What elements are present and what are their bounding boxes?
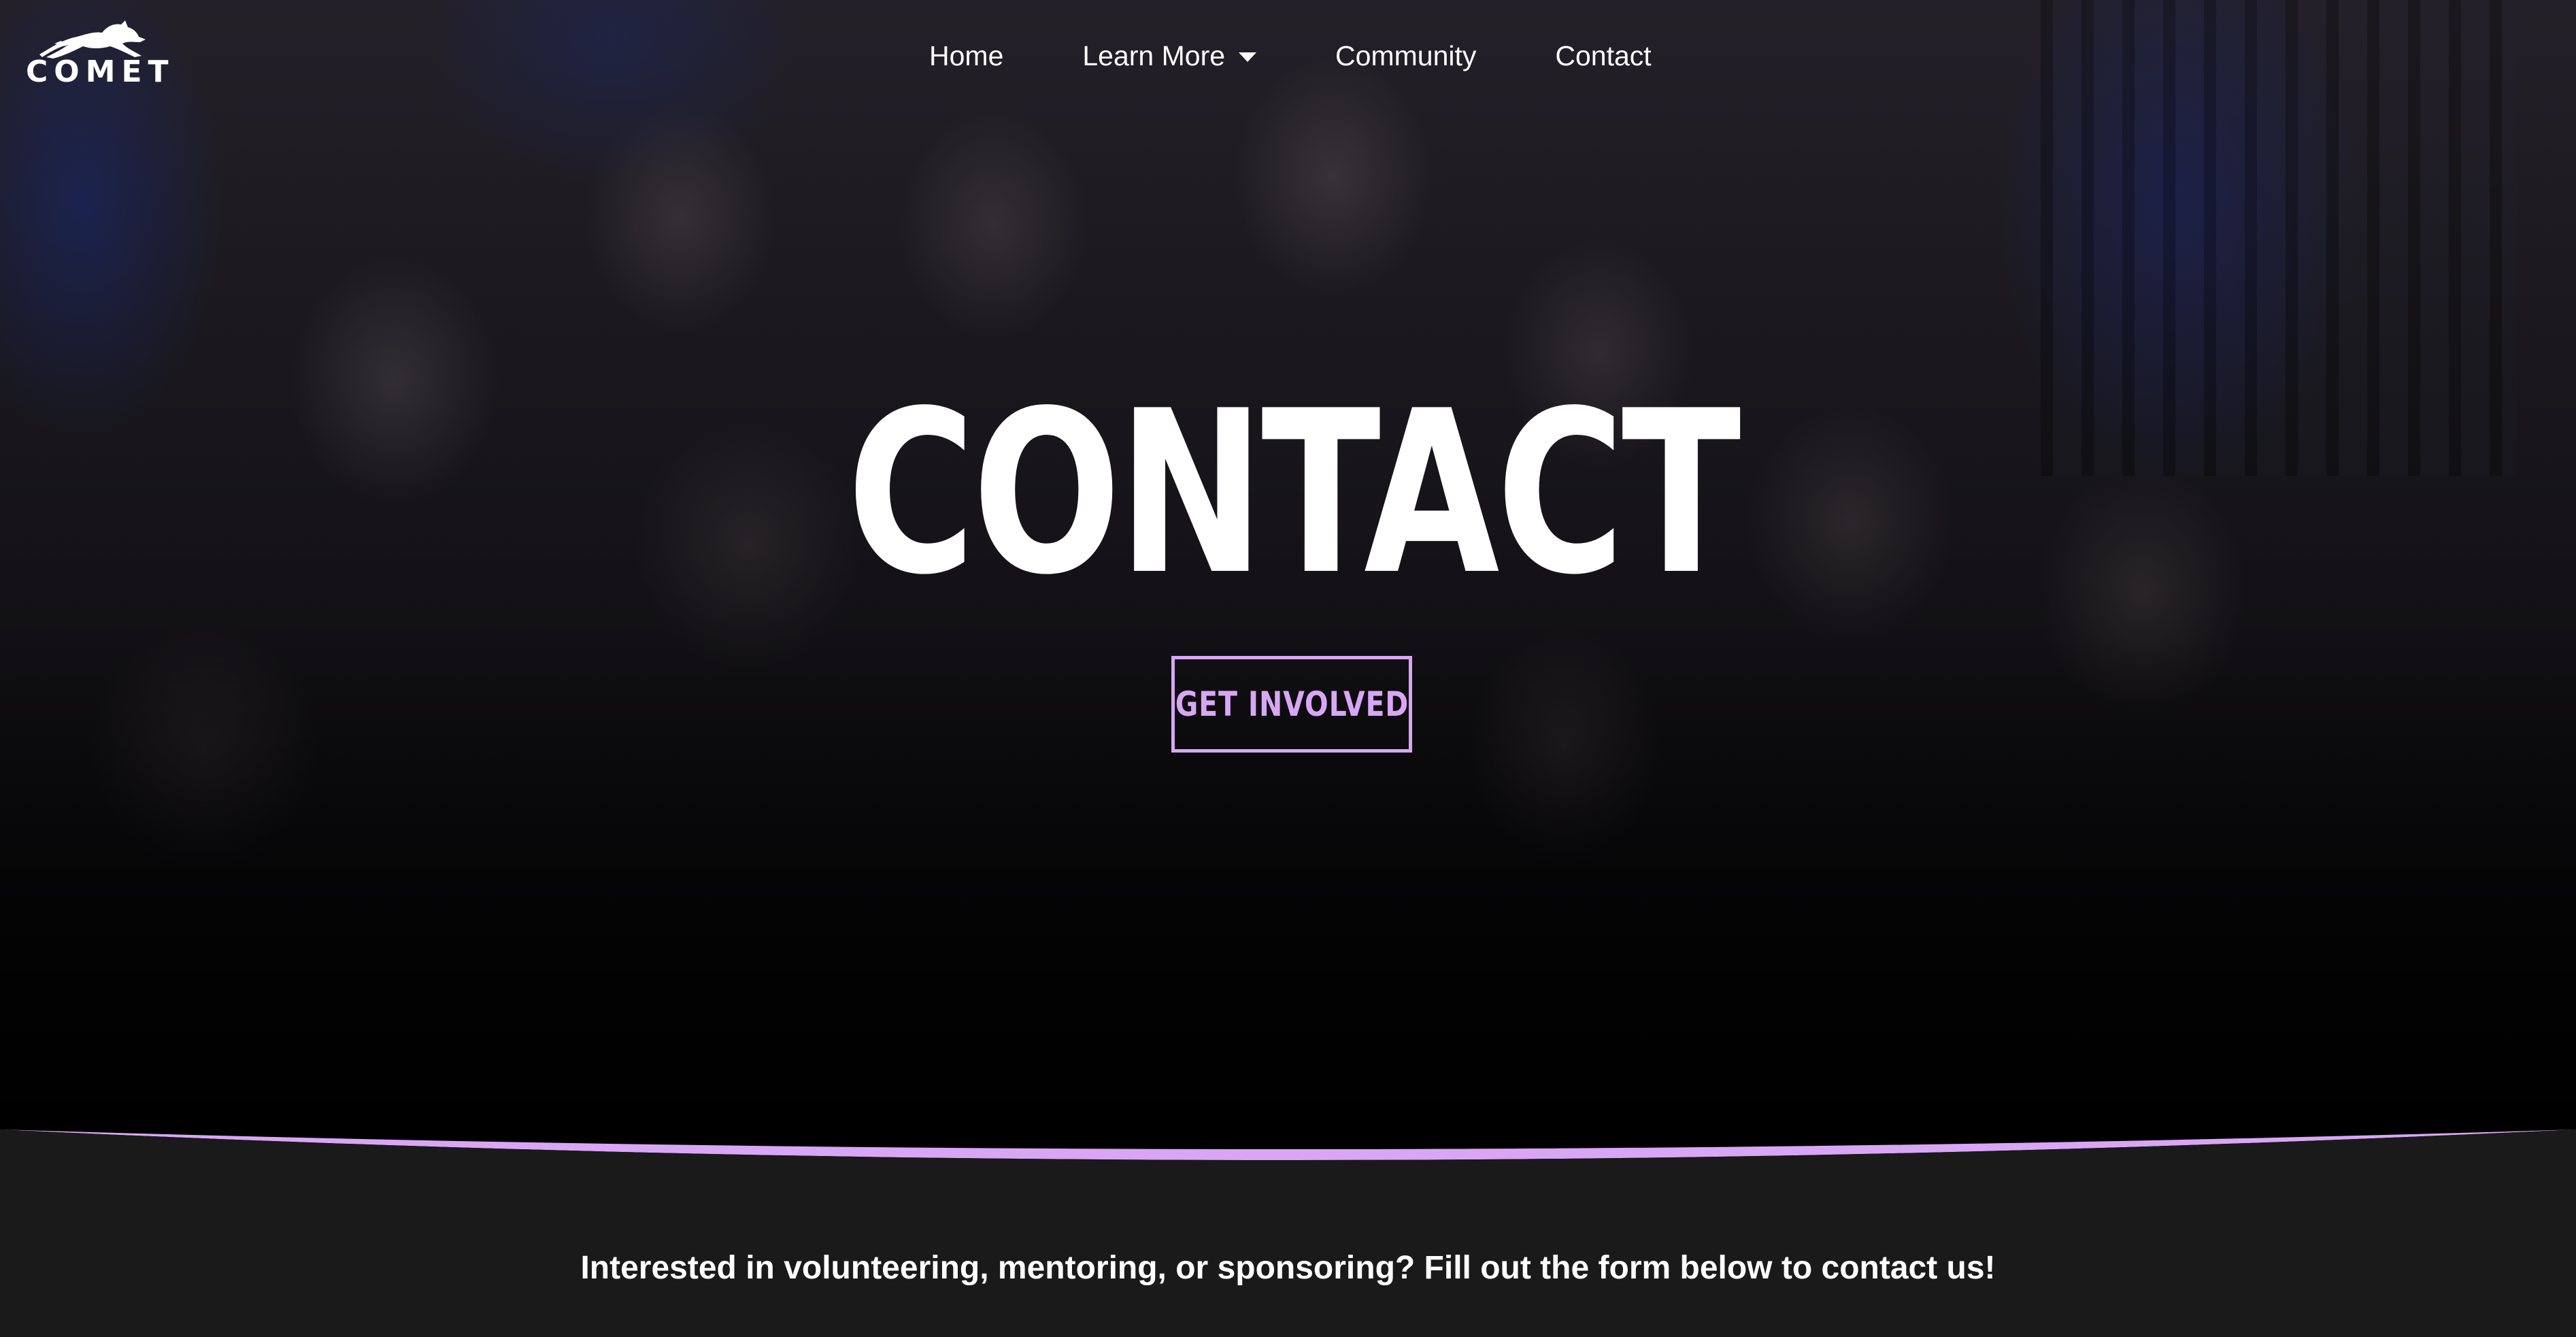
leaping-cat-icon: [39, 20, 146, 59]
nav-item-learn-more[interactable]: Learn More: [1082, 39, 1257, 72]
nav-item-label: Learn More: [1082, 39, 1226, 71]
nav-item-label: Home: [929, 39, 1004, 71]
nav-item-community[interactable]: Community: [1335, 40, 1476, 72]
nav-item-contact[interactable]: Contact: [1555, 40, 1651, 72]
caret-down-icon: [1239, 52, 1257, 62]
page: COMET Home Learn More Community Contact …: [0, 0, 2576, 1337]
contact-intro-text: Interested in volunteering, mentoring, o…: [580, 1250, 1996, 1286]
get-involved-button[interactable]: GET INVOLVED: [1171, 656, 1412, 753]
page-title: CONTACT: [847, 363, 1741, 624]
main-navigation: Home Learn More Community Contact: [929, 34, 1652, 78]
logo-wordmark: COMET: [26, 54, 175, 89]
nav-item-label: Community: [1335, 39, 1477, 71]
nav-item-home[interactable]: Home: [929, 40, 1003, 72]
nav-item-label: Contact: [1555, 39, 1652, 71]
section-divider-curve: [0, 1116, 2576, 1198]
get-involved-label: GET INVOLVED: [1175, 684, 1409, 724]
site-logo[interactable]: COMET: [26, 19, 175, 89]
